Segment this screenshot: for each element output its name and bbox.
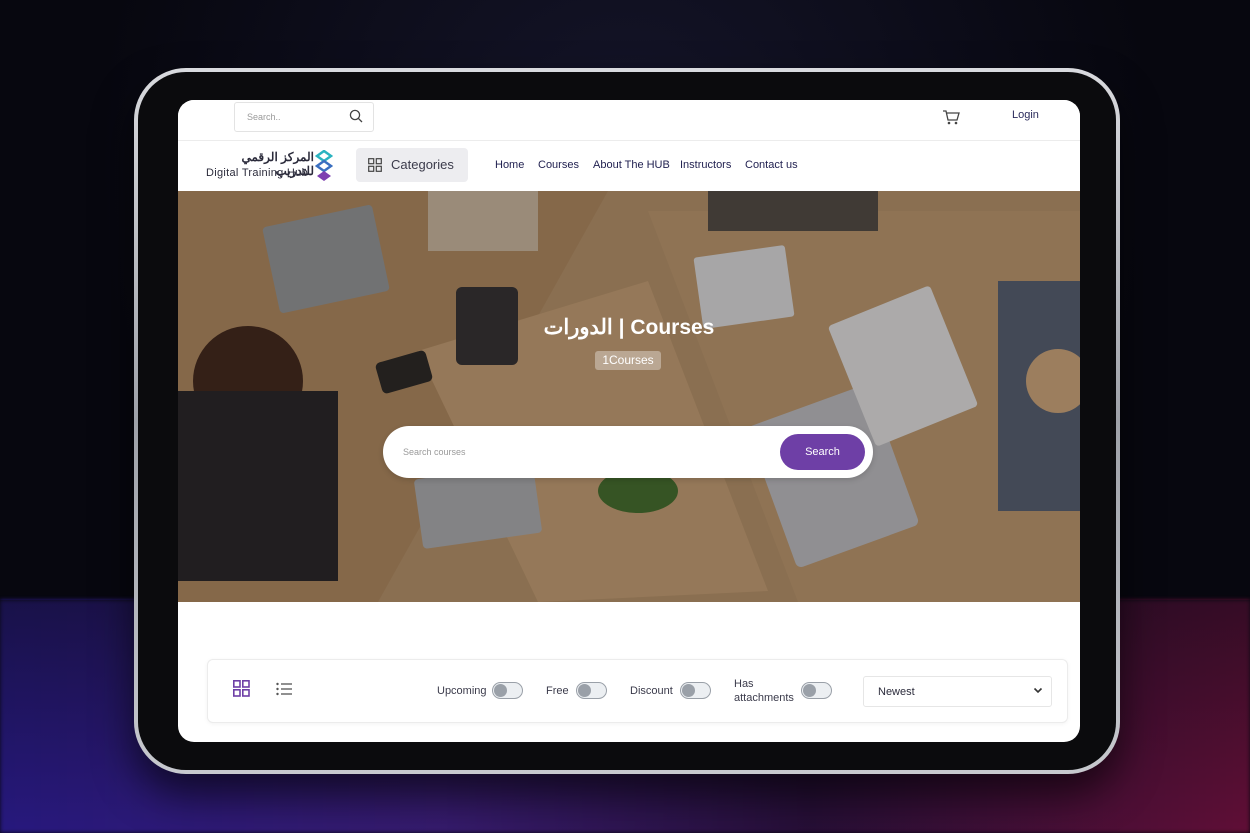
toggle-knob xyxy=(803,684,816,697)
discount-label: Discount xyxy=(630,685,673,697)
discount-toggle[interactable] xyxy=(680,682,711,699)
upcoming-label: Upcoming xyxy=(437,685,487,697)
upcoming-toggle[interactable] xyxy=(492,682,523,699)
toggle-knob xyxy=(682,684,695,697)
course-count-badge: 1Courses xyxy=(595,351,661,370)
hero-title: الدورات | Courses xyxy=(543,316,715,339)
nav-link-instructors[interactable]: Instructors xyxy=(680,159,731,171)
main-navbar: المركز الرقمي للتدريب Digital Training H… xyxy=(178,141,1080,191)
attachments-label-line1: Has xyxy=(734,678,754,690)
sort-select-value: Newest xyxy=(878,686,915,698)
hero-overlay xyxy=(178,191,1080,602)
cart-icon[interactable] xyxy=(942,109,960,125)
screen: Search.. Login المركز الرقمي للتدريب Dig… xyxy=(178,100,1080,742)
nav-link-about[interactable]: About The HUB xyxy=(593,159,670,171)
logo-icon[interactable] xyxy=(315,150,333,182)
attachments-toggle[interactable] xyxy=(801,682,832,699)
categories-label: Categories xyxy=(391,157,454,172)
free-label: Free xyxy=(546,685,569,697)
toggle-knob xyxy=(494,684,507,697)
list-view-icon[interactable] xyxy=(276,682,292,696)
grid-icon xyxy=(368,158,382,172)
logo-text-english: Digital Training Hub xyxy=(206,167,308,179)
chevron-down-icon xyxy=(1033,687,1043,694)
sort-select[interactable]: Newest xyxy=(863,676,1052,707)
grid-view-icon[interactable] xyxy=(233,680,250,697)
categories-button[interactable]: Categories xyxy=(356,148,468,182)
nav-link-contact[interactable]: Contact us xyxy=(745,159,798,171)
top-search-placeholder: Search.. xyxy=(247,112,281,122)
top-search-input[interactable]: Search.. xyxy=(234,102,374,132)
login-link[interactable]: Login xyxy=(1012,109,1039,121)
search-icon[interactable] xyxy=(349,109,363,123)
filter-bar: Upcoming Free Discount Has attachments N… xyxy=(207,659,1068,723)
course-search-input[interactable]: Search courses xyxy=(403,447,466,457)
hero-banner: الدورات | Courses 1Courses Search course… xyxy=(178,191,1080,602)
toggle-knob xyxy=(578,684,591,697)
nav-link-courses[interactable]: Courses xyxy=(538,159,579,171)
nav-link-home[interactable]: Home xyxy=(495,159,524,171)
attachments-label-line2: attachments xyxy=(734,692,794,704)
tablet-frame: Search.. Login المركز الرقمي للتدريب Dig… xyxy=(134,68,1120,774)
free-toggle[interactable] xyxy=(576,682,607,699)
search-button[interactable]: Search xyxy=(780,434,865,470)
course-search-bar: Search courses Search xyxy=(383,426,873,478)
top-bar: Search.. Login xyxy=(178,100,1080,141)
